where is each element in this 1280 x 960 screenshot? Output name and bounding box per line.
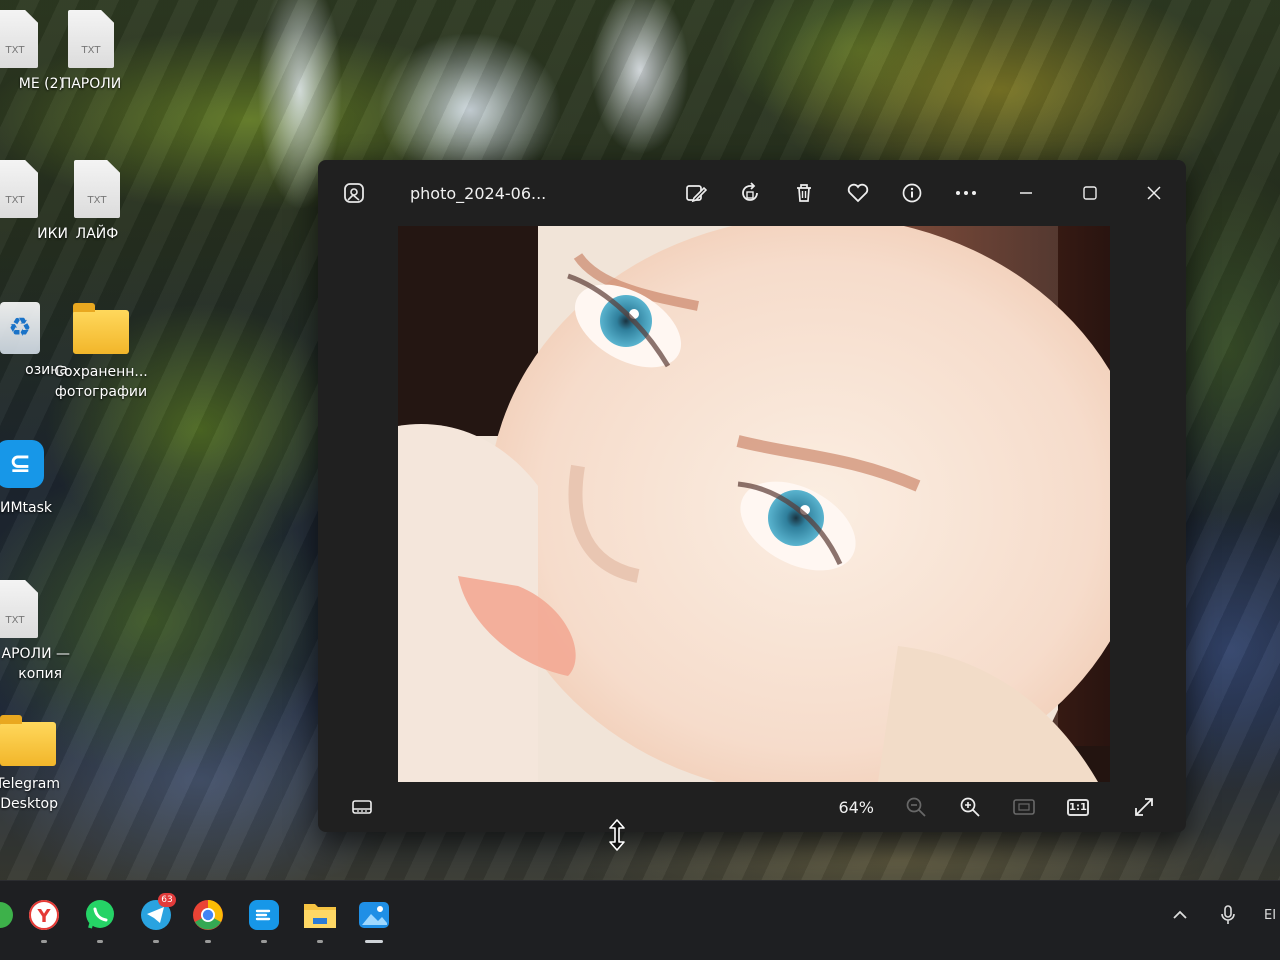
svg-text:Y: Y <box>36 906 51 927</box>
telegram-unread-badge: 63 <box>158 893 176 907</box>
zoom-in-icon[interactable] <box>950 789 990 825</box>
taskbar-whatsapp[interactable] <box>78 893 122 943</box>
photos-app-icon <box>334 173 374 213</box>
chevron-up-icon[interactable] <box>1168 895 1192 935</box>
image-toolbar <box>676 173 986 213</box>
taskbar-chrome[interactable] <box>186 893 230 943</box>
maximize-icon[interactable] <box>1070 173 1110 213</box>
taskbar-telegram[interactable]: 63 <box>134 893 178 943</box>
desktop-icon-label-line1: Telegram <box>0 776 60 792</box>
desktop-icon-mmtask[interactable]: ⊆ ИMtask <box>0 440 66 518</box>
trash-icon[interactable] <box>784 173 824 213</box>
photo-canvas[interactable] <box>398 226 1110 782</box>
desktop-icon-telegram-desktop[interactable]: Telegram Desktop <box>0 715 70 814</box>
desktop-icon-label-line2: фотографии <box>54 384 148 400</box>
zoom-out-icon[interactable] <box>896 789 936 825</box>
text-file-icon: TXT <box>74 160 120 218</box>
photos-app-icon <box>359 902 389 928</box>
title-bar: photo_2024-06... <box>318 160 1186 226</box>
text-file-icon: TXT <box>68 10 114 68</box>
more-icon[interactable] <box>946 173 986 213</box>
heart-icon[interactable] <box>838 173 878 213</box>
rotate-icon[interactable] <box>730 173 770 213</box>
text-file-icon: TXT <box>0 160 38 218</box>
desktop-icon-layf[interactable]: TXT ЛАЙФ <box>42 160 152 244</box>
resize-cursor-icon <box>606 818 628 856</box>
desktop-icon-label-line1: АРОЛИ — <box>1 646 71 662</box>
whatsapp-icon <box>86 900 114 929</box>
text-file-icon: TXT <box>0 10 38 68</box>
info-icon[interactable] <box>892 173 932 213</box>
desktop-icon-label: ПАРОЛИ <box>60 76 122 92</box>
window-controls <box>1006 173 1174 213</box>
desktop-icon-saved-photos[interactable]: Сохраненн... фотографии <box>46 303 156 402</box>
zoom-level: 64% <box>838 797 874 817</box>
taskbar-edge-app[interactable] <box>0 893 22 937</box>
actual-size-button[interactable]: 1:1 <box>1058 789 1098 825</box>
close-icon[interactable] <box>1134 173 1174 213</box>
input-language-indicator[interactable]: EI <box>1264 908 1280 923</box>
filmstrip-icon[interactable] <box>342 789 382 825</box>
system-tray: EI <box>1168 895 1280 935</box>
edit-image-icon[interactable] <box>676 173 716 213</box>
text-file-icon: TXT <box>0 580 38 638</box>
microphone-icon[interactable] <box>1216 895 1240 935</box>
mmtask-icon <box>249 900 279 930</box>
taskbar-mmtask[interactable] <box>242 893 286 943</box>
window-title: photo_2024-06... <box>410 183 547 203</box>
desktop-icon-label: ЛАЙФ <box>75 226 119 242</box>
desktop-icon-label-line1: Сохраненн... <box>54 364 148 380</box>
desktop-icon-paroli[interactable]: TXT ПАРОЛИ <box>36 10 146 94</box>
status-bar: 64% 1:1 <box>318 782 1186 832</box>
taskbar: Y 63 EI <box>0 880 1280 960</box>
taskbar-file-explorer[interactable] <box>298 893 342 943</box>
taskbar-yandex-browser[interactable]: Y <box>22 893 66 943</box>
desktop-icon-label-line2: Desktop <box>0 796 58 812</box>
zoom-controls: 1:1 <box>896 789 1098 825</box>
folder-icon <box>73 303 129 354</box>
chrome-icon <box>193 900 223 930</box>
minimize-icon[interactable] <box>1006 173 1046 213</box>
fit-to-window-icon[interactable] <box>1004 789 1044 825</box>
yandex-browser-icon: Y <box>29 900 59 930</box>
photos-window: photo_2024-06... 64% 1:1 <box>318 160 1186 832</box>
fullscreen-icon[interactable] <box>1124 789 1164 825</box>
folder-icon <box>304 904 336 928</box>
desktop-icon-paroli-copy[interactable]: TXT АРОЛИ — копия <box>0 580 70 684</box>
desktop-icon-label: ИMtask <box>0 500 52 516</box>
folder-icon <box>0 715 56 766</box>
displayed-photo <box>398 226 1110 782</box>
actual-size-label: 1:1 <box>1067 798 1089 816</box>
mmtask-icon: ⊆ <box>0 440 44 488</box>
desktop-icon-label-line2: копия <box>18 666 62 682</box>
taskbar-photos[interactable] <box>352 893 396 943</box>
recycle-bin-icon: ♻ <box>0 302 40 354</box>
